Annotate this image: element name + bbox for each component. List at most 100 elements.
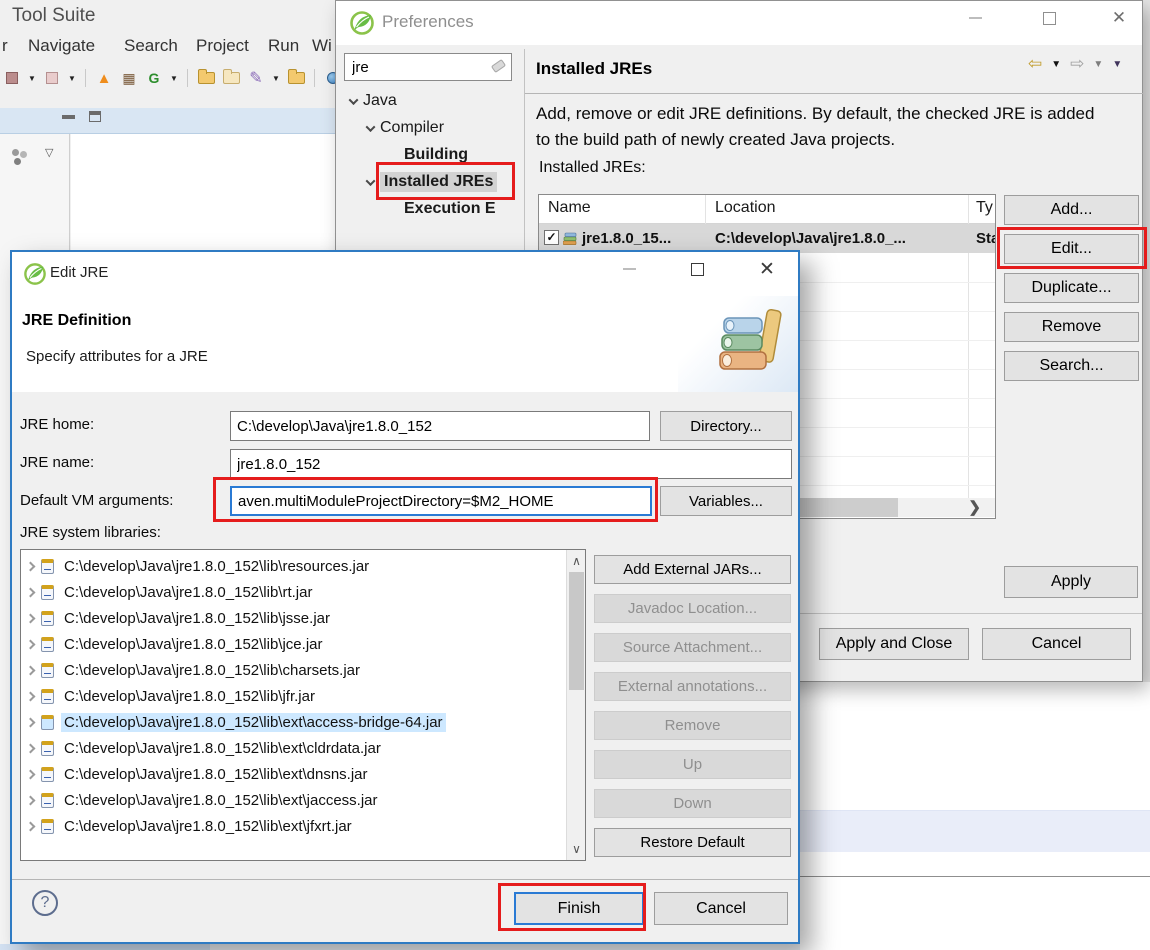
chevron-right-icon[interactable] <box>25 587 36 597</box>
history-nav: ⇦ ▼ ⇨ ▼ ▼ <box>1028 54 1122 74</box>
cancel-button[interactable]: Cancel <box>654 892 788 925</box>
remove-button[interactable]: Remove <box>1004 312 1139 342</box>
minimize-button[interactable] <box>958 1 992 35</box>
duplicate-button[interactable]: Duplicate... <box>1004 273 1139 303</box>
maximize-button[interactable] <box>680 252 714 286</box>
add-external-jars-button[interactable]: Add External JARs... <box>594 555 791 584</box>
column-name[interactable]: Name <box>548 199 591 217</box>
table-row[interactable]: ✓ jre1.8.0_15... C:\develop\Java\jre1.8.… <box>539 224 995 253</box>
background-selection-band <box>800 810 1150 852</box>
chevron-right-icon[interactable] <box>25 743 36 753</box>
view-menu-icon[interactable]: ▽ <box>45 146 53 159</box>
page-title: Installed JREs <box>536 59 653 78</box>
grid-icon[interactable]: ▦ <box>119 67 139 89</box>
chevron-right-icon[interactable] <box>25 821 36 831</box>
library-row[interactable]: C:\develop\Java\jre1.8.0_152\lib\ext\jfx… <box>21 813 585 839</box>
menu-item-navigate[interactable]: Navigate <box>28 36 95 56</box>
folder-icon[interactable] <box>221 67 241 89</box>
dropdown-icon[interactable]: ▼ <box>67 67 77 89</box>
preferences-titlebar[interactable]: Preferences ✕ <box>336 1 1142 45</box>
back-arrow-icon[interactable]: ⇦ <box>1028 54 1042 74</box>
jre-name-input[interactable] <box>230 449 792 479</box>
stop-icon[interactable] <box>2 67 22 89</box>
column-type[interactable]: Ty <box>976 199 993 217</box>
apply-button[interactable]: Apply <box>1004 566 1138 598</box>
tree-item-java[interactable]: Java <box>348 89 397 113</box>
chevron-right-icon[interactable] <box>25 795 36 805</box>
close-button[interactable]: ✕ <box>750 252 784 286</box>
maximize-view-icon[interactable] <box>89 111 101 122</box>
dropdown-icon[interactable]: ▼ <box>27 67 37 89</box>
library-row[interactable]: C:\develop\Java\jre1.8.0_152\lib\rt.jar <box>21 579 585 605</box>
chevron-right-icon[interactable] <box>25 613 36 623</box>
directory-button[interactable]: Directory... <box>660 411 792 441</box>
scroll-right-icon[interactable]: ❯ <box>968 498 981 516</box>
checkbox-checked[interactable]: ✓ <box>544 230 559 245</box>
jar-icon <box>41 662 54 678</box>
chevron-down-icon[interactable] <box>348 94 359 105</box>
library-row-selected[interactable]: C:\develop\Java\jre1.8.0_152\lib\ext\acc… <box>21 709 585 735</box>
open-folder-icon[interactable] <box>196 67 216 89</box>
menu-item-run[interactable]: Run <box>268 36 299 56</box>
edit-jre-titlebar[interactable]: Edit JRE ✕ <box>12 252 798 296</box>
library-row[interactable]: C:\develop\Java\jre1.8.0_152\lib\jsse.ja… <box>21 605 585 631</box>
menu-item-search[interactable]: Search <box>124 36 178 56</box>
forward-dropdown-icon[interactable]: ▼ <box>1093 59 1103 70</box>
library-row[interactable]: C:\develop\Java\jre1.8.0_152\lib\ext\jac… <box>21 787 585 813</box>
folder-icon[interactable] <box>286 67 306 89</box>
close-button[interactable]: ✕ <box>1102 1 1136 35</box>
toolbar-separator <box>187 69 188 87</box>
chevron-right-icon[interactable] <box>25 639 36 649</box>
jre-home-input[interactable] <box>230 411 650 441</box>
scrollbar-thumb[interactable] <box>569 572 584 690</box>
chevron-down-icon[interactable] <box>365 121 376 132</box>
tree-item-compiler[interactable]: Compiler <box>365 116 444 140</box>
view-menu-dropdown-icon[interactable]: ▼ <box>1112 59 1122 70</box>
dropdown-icon[interactable]: ▼ <box>271 67 281 89</box>
chevron-down-icon[interactable] <box>365 175 376 186</box>
spring-leaf-icon <box>350 11 374 35</box>
jar-icon <box>41 818 54 834</box>
package-explorer-icon[interactable] <box>12 149 19 156</box>
column-location[interactable]: Location <box>715 199 776 217</box>
scroll-up-icon[interactable]: ∧ <box>567 554 585 568</box>
maximize-button[interactable] <box>1032 1 1066 35</box>
variables-button[interactable]: Variables... <box>660 486 792 516</box>
brush-icon[interactable]: ✎ <box>246 67 266 89</box>
apply-and-close-button[interactable]: Apply and Close <box>819 628 969 660</box>
vertical-scrollbar[interactable]: ∧ ∨ <box>566 550 585 860</box>
dropdown-icon[interactable]: ▼ <box>169 67 179 89</box>
library-row[interactable]: C:\develop\Java\jre1.8.0_152\lib\resourc… <box>21 553 585 579</box>
update-icon[interactable]: G <box>144 67 164 89</box>
add-button[interactable]: Add... <box>1004 195 1139 225</box>
menu-item-window[interactable]: Wi <box>312 36 332 56</box>
row-location: C:\develop\Java\jre1.8.0_... <box>715 230 906 247</box>
library-row[interactable]: C:\develop\Java\jre1.8.0_152\lib\ext\dns… <box>21 761 585 787</box>
cancel-button[interactable]: Cancel <box>982 628 1131 660</box>
forward-arrow-icon[interactable]: ⇨ <box>1070 54 1084 74</box>
menu-item-project[interactable]: Project <box>196 36 249 56</box>
minimize-button[interactable] <box>612 252 646 286</box>
menu-item-partial[interactable]: r <box>2 36 8 56</box>
chevron-right-icon[interactable] <box>25 769 36 779</box>
step-icon[interactable] <box>42 67 62 89</box>
minimize-view-icon[interactable] <box>62 114 75 119</box>
tree-item-execution-environments[interactable]: Execution E <box>404 197 496 221</box>
search-button[interactable]: Search... <box>1004 351 1139 381</box>
restore-default-button[interactable]: Restore Default <box>594 828 791 857</box>
back-dropdown-icon[interactable]: ▼ <box>1051 59 1061 70</box>
library-row[interactable]: C:\develop\Java\jre1.8.0_152\lib\charset… <box>21 657 585 683</box>
help-icon[interactable]: ? <box>32 890 58 916</box>
chevron-right-icon[interactable] <box>25 665 36 675</box>
chevron-right-icon[interactable] <box>25 561 36 571</box>
library-row[interactable]: C:\develop\Java\jre1.8.0_152\lib\jce.jar <box>21 631 585 657</box>
package-explorer-bar: ▽ <box>12 146 53 159</box>
boot-flame-icon[interactable]: ▲ <box>94 67 114 89</box>
chevron-right-icon[interactable] <box>25 717 36 727</box>
system-libraries-list[interactable]: C:\develop\Java\jre1.8.0_152\lib\resourc… <box>20 549 586 861</box>
filter-search-input[interactable] <box>344 53 512 81</box>
library-row[interactable]: C:\develop\Java\jre1.8.0_152\lib\jfr.jar <box>21 683 585 709</box>
library-row[interactable]: C:\develop\Java\jre1.8.0_152\lib\ext\cld… <box>21 735 585 761</box>
chevron-right-icon[interactable] <box>25 691 36 701</box>
scroll-down-icon[interactable]: ∨ <box>567 842 585 856</box>
